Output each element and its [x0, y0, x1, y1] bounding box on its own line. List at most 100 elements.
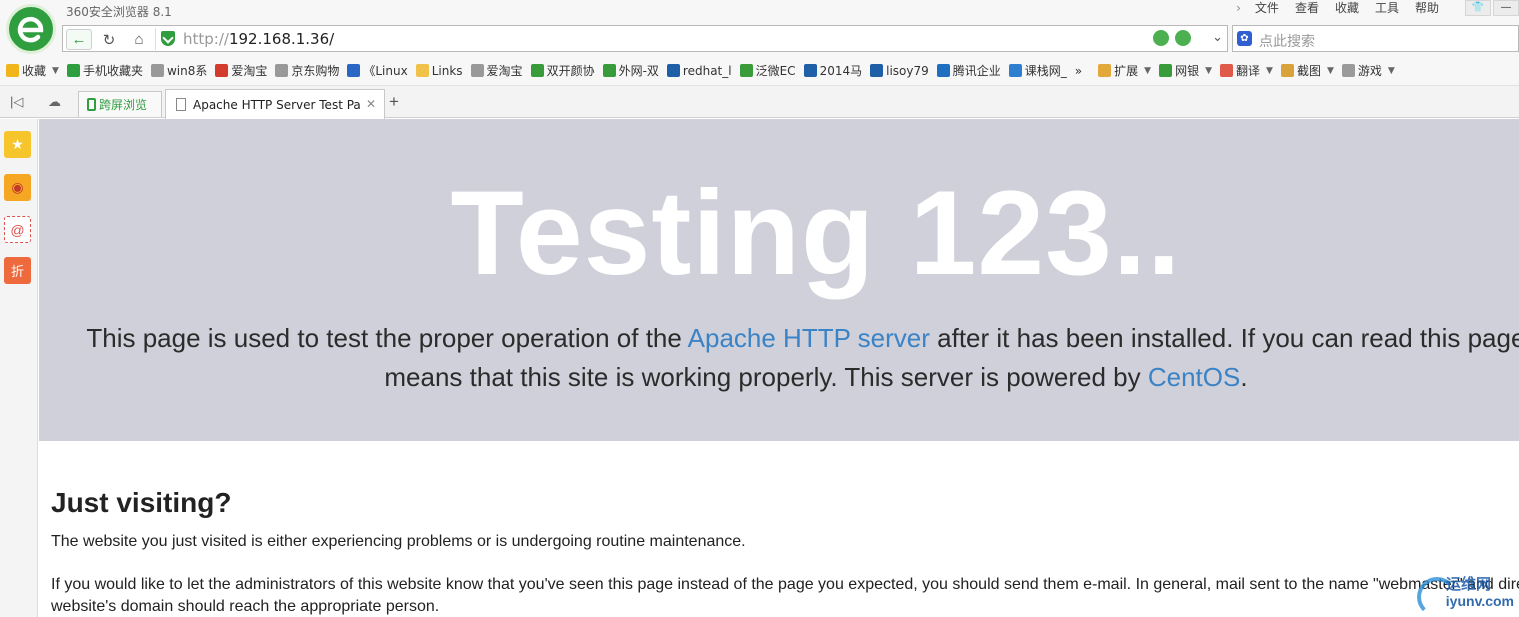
phone-icon: [87, 98, 96, 111]
tab-cross-screen[interactable]: 跨屏浏览: [78, 91, 162, 117]
bookmark-label: 泛微EC: [755, 64, 796, 78]
bookmark-label: 双开颜协: [546, 64, 595, 78]
reload-button[interactable]: ↻: [96, 29, 122, 50]
chevron-down-icon[interactable]: ▼: [1266, 66, 1273, 76]
chevron-down-icon[interactable]: ⌄: [1212, 29, 1223, 45]
watermark-cn: 运维网: [1445, 575, 1491, 593]
toolbar-item[interactable]: 翻译 ▼: [1220, 62, 1273, 79]
chevron-down-icon[interactable]: ▼: [1205, 66, 1212, 76]
page-icon: [470, 64, 484, 77]
chevron-down-icon[interactable]: ▼: [1388, 66, 1395, 76]
bookmark-item[interactable]: redhat_l: [666, 63, 732, 78]
email-icon[interactable]: @: [4, 216, 31, 243]
new-tab-button[interactable]: +: [389, 92, 399, 112]
sidebar-toggle-icon[interactable]: |◁: [10, 94, 23, 110]
more-bookmarks-icon[interactable]: »: [1075, 64, 1082, 78]
watermark-en: iyunv.com: [1445, 593, 1514, 609]
discount-icon[interactable]: 折: [4, 257, 31, 284]
search-box[interactable]: ✿ 点此搜索: [1232, 25, 1519, 52]
gear-icon: [530, 64, 544, 77]
url-input[interactable]: http://192.168.1.36/: [183, 30, 334, 48]
bookmark-item[interactable]: 外网-双: [602, 62, 659, 79]
speed-mode-icon[interactable]: [1153, 30, 1169, 46]
gamepad-icon: [1341, 64, 1355, 77]
chevron-down-icon[interactable]: ▼: [52, 66, 59, 76]
bookmark-label: 手机收藏夹: [82, 64, 143, 78]
bookmark-item[interactable]: 京东购物: [275, 62, 339, 79]
toolbar-item[interactable]: 扩展 ▼: [1098, 62, 1151, 79]
watermark: 运维网 iyunv.com: [1409, 569, 1519, 617]
toolbar-item[interactable]: 截图 ▼: [1280, 62, 1334, 79]
tab-bar: |◁ ☁ 跨屏浏览 Apache HTTP Server Test Page p…: [0, 86, 1519, 119]
toolbar-label: 截图: [1296, 64, 1321, 78]
browser-logo[interactable]: [6, 4, 56, 54]
search-input[interactable]: 点此搜索: [1259, 31, 1315, 51]
menu-favorites[interactable]: 收藏: [1327, 0, 1367, 16]
home-button[interactable]: ⌂: [126, 29, 152, 50]
taobao-icon: [215, 64, 229, 77]
toolbar-label: 扩展: [1114, 64, 1139, 78]
bookmark-item[interactable]: 爱淘宝: [470, 62, 523, 79]
divider: [155, 28, 156, 50]
translate-icon: [1220, 64, 1233, 77]
bookmark-item[interactable]: 爱淘宝: [215, 62, 267, 79]
bookmark-label: 外网-双: [618, 64, 659, 78]
chevron-down-icon[interactable]: ▼: [1144, 66, 1151, 76]
folder-icon: [415, 64, 429, 77]
page-content: Testing 123.. This page is used to test …: [39, 119, 1519, 617]
apache-link[interactable]: Apache HTTP server: [688, 323, 930, 353]
toolbar-label: 翻译: [1236, 64, 1261, 78]
e-logo-icon: [17, 16, 44, 43]
scissors-icon: [1280, 64, 1294, 77]
toolbar-item[interactable]: 网银 ▼: [1159, 62, 1212, 79]
tab-title: Apache HTTP Server Test Page powered by …: [193, 97, 361, 112]
bookmark-label: 爱淘宝: [231, 64, 268, 78]
u-icon: [347, 64, 361, 77]
bookmark-label: win8系: [166, 64, 208, 78]
title-bar: 360安全浏览器 8.1 › 文件 查看 收藏 工具 帮助 👕 —: [0, 0, 1519, 22]
bookmark-item[interactable]: 收藏 ▼: [6, 62, 59, 79]
security-shield-icon[interactable]: [161, 31, 175, 46]
star-icon[interactable]: ★: [4, 131, 31, 158]
bookmark-label: redhat_l: [682, 63, 732, 78]
bookmark-item[interactable]: 《Linux: [347, 62, 408, 79]
bookmark-item[interactable]: 课栈网_: [1008, 62, 1067, 79]
bookmark-item[interactable]: 腾讯企业: [936, 62, 1001, 79]
cloud-icon[interactable]: ☁: [48, 94, 61, 110]
leaf-icon[interactable]: [1175, 30, 1191, 46]
close-icon[interactable]: ✕: [366, 97, 376, 111]
bookmark-item[interactable]: 2014马: [803, 62, 862, 79]
bookmark-item[interactable]: 双开颜协: [530, 62, 595, 79]
sidebar: ★ ◉ @ 折: [0, 119, 38, 617]
bookmark-item[interactable]: 手机收藏夹: [66, 62, 143, 79]
menu-view[interactable]: 查看: [1287, 0, 1327, 16]
bookmark-item[interactable]: win8系: [150, 62, 208, 79]
bookmark-item[interactable]: Links: [415, 63, 463, 78]
weibo-icon[interactable]: ◉: [4, 174, 31, 201]
bookmark-item[interactable]: lisoy79: [870, 64, 929, 78]
skin-button[interactable]: 👕: [1465, 0, 1491, 16]
menu-help[interactable]: 帮助: [1407, 0, 1447, 16]
tab-active[interactable]: Apache HTTP Server Test Page powered by …: [165, 89, 385, 119]
clock-icon: [870, 64, 884, 77]
chevron-down-icon[interactable]: ▼: [1327, 66, 1334, 76]
baidu-paw-icon[interactable]: ✿: [1237, 31, 1252, 46]
bank-icon: [1159, 64, 1173, 77]
paragraph-1: The website you just visited is either e…: [51, 533, 746, 550]
phone-icon: [66, 64, 80, 77]
back-button[interactable]: ←: [66, 29, 92, 50]
address-bar[interactable]: ← ↻ ⌂ http://192.168.1.36/ ⌄: [62, 25, 1228, 52]
toolbar-item[interactable]: 游戏 ▼: [1341, 62, 1395, 79]
menu-tools[interactable]: 工具: [1367, 0, 1407, 16]
minimize-button[interactable]: —: [1493, 0, 1519, 16]
url-protocol: http://: [183, 30, 229, 48]
link-icon: [803, 64, 817, 77]
gear-icon: [739, 64, 753, 77]
menu-expand-icon[interactable]: ›: [1230, 0, 1247, 16]
bookmark-item[interactable]: 泛微EC: [739, 62, 796, 79]
bookmark-label: Links: [431, 63, 463, 78]
menu-file[interactable]: 文件: [1247, 0, 1287, 16]
centos-link[interactable]: CentOS: [1148, 362, 1241, 392]
bookmark-label: 课栈网_: [1024, 64, 1067, 78]
bookmark-label: 收藏: [22, 64, 47, 78]
